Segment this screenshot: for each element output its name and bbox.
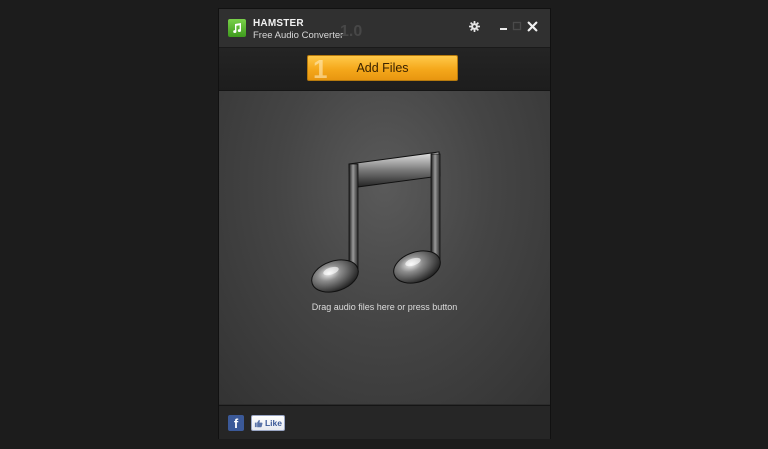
facebook-icon[interactable]: f — [228, 415, 244, 431]
drop-hint: Drag audio files here or press button — [311, 302, 458, 312]
close-button[interactable] — [525, 19, 539, 33]
toolbar: 1 Add Files — [219, 48, 550, 91]
add-files-button[interactable]: 1 Add Files — [307, 54, 458, 84]
add-files-label: Add Files — [356, 61, 409, 75]
gear-icon — [468, 20, 480, 32]
minimize-button[interactable] — [497, 19, 511, 33]
app-subtitle: Free Audio Converter — [253, 30, 344, 41]
facebook-like-button[interactable]: Like — [251, 415, 285, 431]
close-icon — [527, 21, 537, 31]
app-name: HAMSTER — [253, 18, 304, 29]
app-window: HAMSTER Free Audio Converter 1.0 1 Add F… — [219, 9, 550, 439]
music-note-icon — [228, 19, 246, 37]
facebook-glyph: f — [233, 416, 239, 431]
minimize-icon — [500, 28, 507, 30]
title-bar[interactable]: HAMSTER Free Audio Converter 1.0 — [219, 9, 550, 48]
settings-button[interactable] — [467, 19, 481, 33]
drop-zone[interactable]: Drag audio files here or press button — [219, 91, 550, 404]
maximize-button[interactable] — [510, 19, 524, 33]
like-label: Like — [264, 418, 282, 428]
app-version: 1.0 — [340, 23, 363, 40]
footer: f Like — [219, 405, 550, 439]
thumbs-up-icon — [254, 419, 263, 427]
music-note-icon — [309, 146, 449, 296]
maximize-icon — [512, 21, 522, 31]
